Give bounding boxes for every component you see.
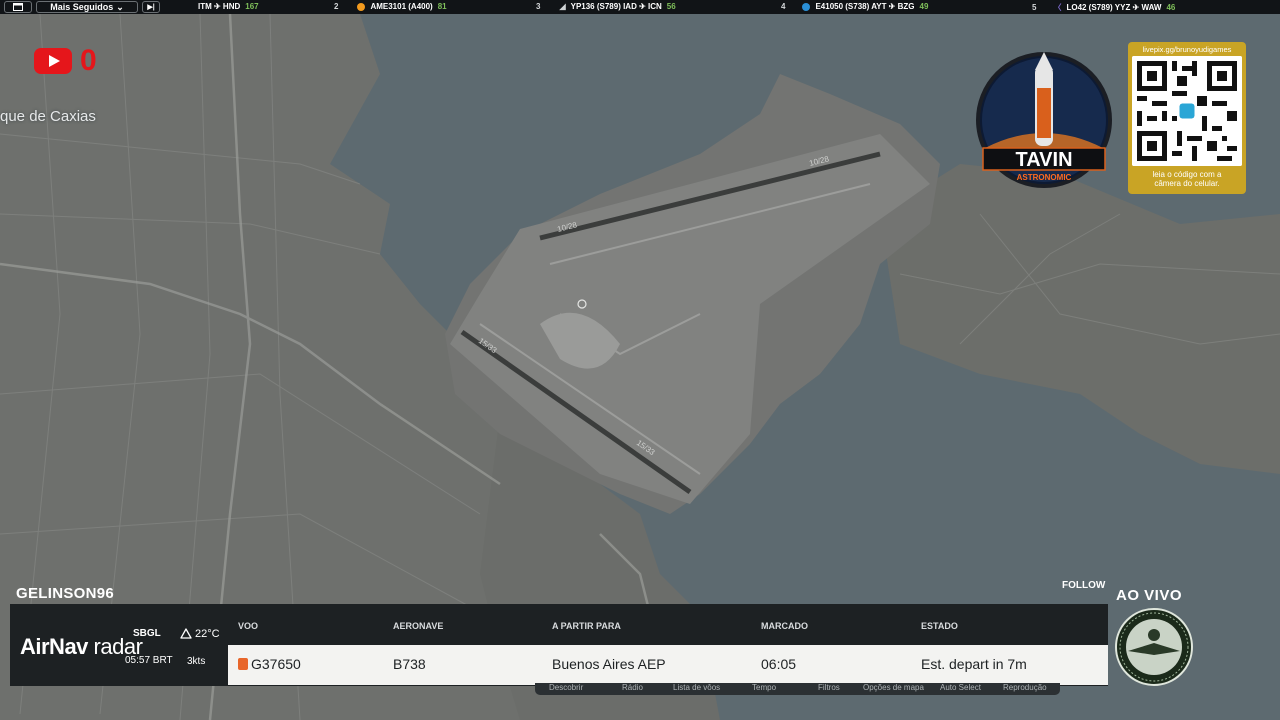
ticker-item[interactable]: 2 AME3101 (A400) 81 — [334, 2, 447, 11]
toolbar-discover[interactable]: Descobrir — [549, 683, 583, 692]
ticker-count: 56 — [666, 2, 676, 11]
ticker-count: 46 — [1166, 3, 1176, 12]
airline-logo-icon — [357, 2, 366, 11]
status-cell: Est. depart in 7m — [921, 656, 1027, 672]
ticker-item[interactable]: 3 ◢ YP136 (S789) IAD ✈ ICN 56 — [536, 2, 676, 11]
ticker-callsign: AME3101 (A400) — [370, 2, 433, 11]
channel-badge-logo — [1114, 607, 1194, 687]
ticker-rank: 2 — [334, 2, 339, 11]
app-menu-button[interactable] — [4, 1, 32, 13]
scheduled-cell: 06:05 — [761, 656, 797, 672]
ticker-count: 49 — [919, 2, 929, 11]
qr-caption: leia o código com a câmera do celular. — [1131, 170, 1243, 188]
column-header-scheduled: MARCADO — [761, 621, 808, 631]
ticker-callsign: LO42 (S789) YYZ ✈ WAW — [1066, 3, 1162, 12]
qr-caption-line: câmera do celular. — [1154, 179, 1220, 188]
qr-url: livepix.gg/brunoyudigames — [1142, 45, 1232, 54]
skip-next-button[interactable]: ▶| — [142, 1, 160, 13]
toolbar-playback[interactable]: Reprodução — [1003, 683, 1047, 692]
top-ticker-bar: Mais Seguidos ⌄ ▶| ITM ✈ HND 167 2 AME31… — [0, 0, 1280, 14]
live-label: AO VIVO — [1116, 587, 1183, 604]
flight-cell: G37650 — [238, 656, 301, 672]
airline-logo-icon — [802, 2, 811, 11]
flight-number: G37650 — [251, 656, 301, 672]
qr-code-panel: livepix.gg/brunoyudigames leia o código … — [1128, 42, 1246, 194]
column-header-aircraft: AERONAVE — [393, 621, 444, 631]
skip-next-icon: ▶| — [147, 4, 155, 11]
toolbar-flight-list[interactable]: Lista de vôos — [673, 683, 720, 692]
ticker-rank: 3 — [536, 2, 541, 11]
destination-cell: Buenos Aires AEP — [552, 656, 666, 672]
window-icon — [13, 3, 23, 11]
ticker-item[interactable]: 5 〈 LO42 (S789) YYZ ✈ WAW 46 — [1032, 2, 1175, 13]
airline-logo-icon: ◢ — [559, 2, 566, 11]
column-header-status: ESTADO — [921, 621, 958, 631]
toolbar-weather[interactable]: Tempo — [752, 683, 776, 692]
toolbar-map-options[interactable]: Opções de mapa — [863, 683, 924, 692]
username: GELINSON96 — [16, 585, 115, 602]
ticker-callsign: YP136 (S789) IAD ✈ ICN — [570, 2, 662, 11]
airline-logo-icon — [238, 658, 248, 671]
most-followed-label: Mais Seguidos — [50, 2, 114, 12]
ticker-item[interactable]: 4 E41050 (S738) AYT ✈ BZG 49 — [781, 2, 928, 11]
youtube-count: 0 — [80, 44, 97, 77]
toolbar-radio[interactable]: Rádio — [622, 683, 643, 692]
chevron-down-icon: ⌄ — [116, 1, 124, 12]
airport-icao: SBGL — [133, 628, 161, 639]
column-header-flight: VOO — [238, 621, 259, 631]
place-label: que de Caxias — [0, 108, 96, 125]
brand-bold: AirNav — [20, 634, 88, 659]
youtube-counter: 0 — [34, 44, 97, 78]
ticker-count: 81 — [437, 2, 447, 11]
weather-temperature: 22°C — [180, 628, 220, 640]
most-followed-dropdown[interactable]: Mais Seguidos ⌄ — [36, 1, 138, 13]
toolbar-auto-select[interactable]: Auto Select — [940, 683, 981, 692]
toolbar-filters[interactable]: Filtros — [818, 683, 840, 692]
airline-logo-icon: 〈 — [1053, 3, 1062, 12]
youtube-icon — [34, 48, 72, 74]
aircraft-cell: B738 — [393, 656, 426, 672]
ticker-route: ITM ✈ HND — [198, 2, 241, 11]
qr-caption-line: leia o código com a — [1152, 170, 1222, 179]
ticker-rank: 5 — [1032, 3, 1037, 12]
tavin-astronomic-logo: TAVIN ASTRONOMIC — [975, 48, 1113, 193]
ticker-callsign: E41050 (S738) AYT ✈ BZG — [815, 2, 915, 11]
logo-text: TAVIN — [1015, 149, 1072, 171]
weather-icon — [180, 628, 192, 639]
map-toolbar: Descobrir Rádio Lista de vôos Tempo Filt… — [535, 683, 1060, 695]
wind-speed: 3kts — [187, 656, 206, 667]
ticker-item[interactable]: ITM ✈ HND 167 — [198, 2, 259, 11]
column-header-from-to: A PARTIR PARA — [552, 621, 621, 631]
qr-code-icon — [1132, 56, 1242, 166]
logo-subtext: ASTRONOMIC — [1017, 173, 1072, 182]
local-time: 05:57 BRT — [125, 655, 173, 666]
follow-button[interactable]: FOLLOW — [1062, 580, 1105, 591]
temperature-value: 22°C — [195, 628, 220, 640]
ticker-count: 167 — [245, 2, 259, 11]
ticker-rank: 4 — [781, 2, 786, 11]
